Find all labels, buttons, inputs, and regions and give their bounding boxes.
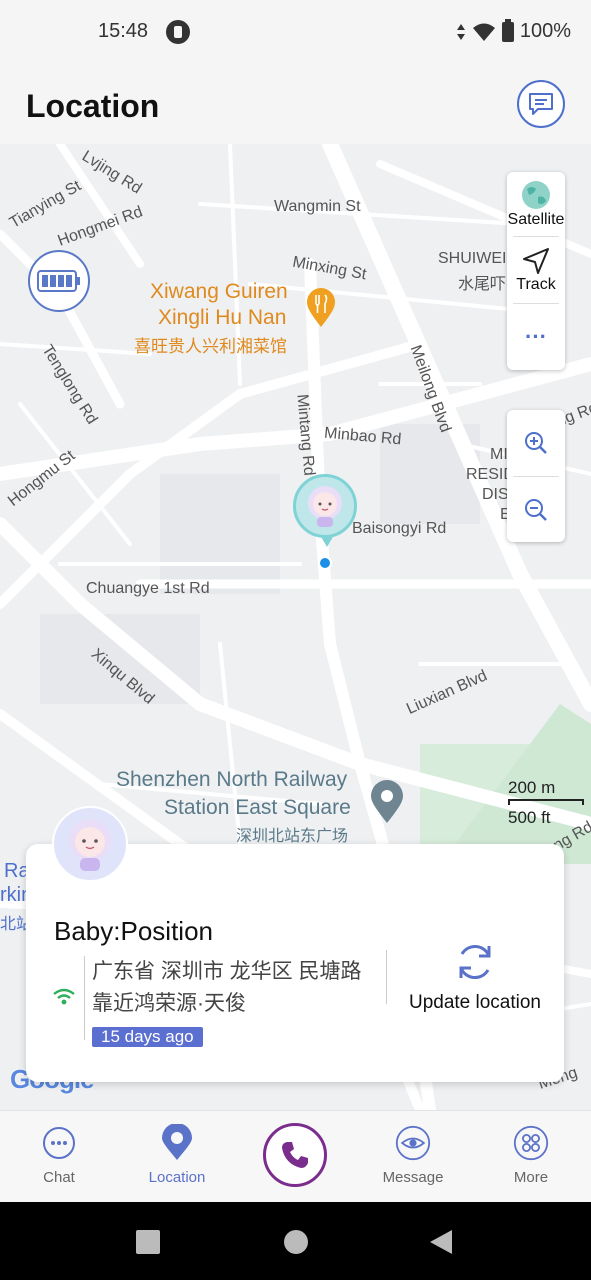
map-tools-panel: Satellite Track ··· — [507, 172, 565, 370]
back-button[interactable] — [428, 1228, 454, 1256]
zoom-in-icon — [525, 432, 547, 454]
place-pin-icon — [371, 780, 403, 823]
current-position-dot — [318, 556, 332, 570]
bottom-nav: Chat Location Message More — [0, 1110, 591, 1203]
nav-label: Location — [148, 1169, 206, 1186]
nav-label: More — [513, 1169, 549, 1186]
map-scale: 200 m 500 ft — [508, 778, 584, 832]
home-button[interactable] — [284, 1230, 308, 1254]
poi-restaurant-name-en: Xiwang Guiren — [150, 280, 288, 303]
poi-station-name-cn: 深圳北站东广场 — [236, 828, 349, 845]
wifi-icon — [472, 23, 495, 41]
chat-button[interactable] — [517, 80, 565, 128]
street-label: Baisongyi Rd — [352, 520, 447, 537]
refresh-icon — [459, 944, 491, 980]
location-pin-icon — [159, 1124, 195, 1161]
satellite-globe-icon — [522, 181, 550, 209]
baby-avatar-icon — [308, 486, 342, 527]
baby-avatar — [52, 806, 128, 882]
street-label: Wangmin St — [274, 198, 361, 215]
chat-bubble-icon — [529, 93, 553, 115]
poi-restaurant-name-cn: 喜旺贵人兴利湘菜馆 — [134, 337, 287, 356]
nav-location[interactable]: Location — [127, 1111, 227, 1203]
track-label: Track — [516, 276, 556, 293]
device-battery-button[interactable] — [28, 250, 90, 312]
status-bar: 15:48 100% — [0, 0, 591, 64]
app-notification-icon — [166, 20, 190, 44]
battery-icon — [501, 18, 514, 42]
chat-dots-icon — [41, 1125, 77, 1161]
satellite-label: Satellite — [507, 211, 565, 228]
call-button — [263, 1123, 327, 1187]
area-label: MI — [490, 446, 508, 463]
scale-imperial: 500 ft — [508, 808, 551, 827]
area-label: 水尾吓 — [458, 276, 507, 293]
update-location-label: Update location — [408, 992, 542, 1013]
street-label: Chuangye 1st Rd — [86, 580, 210, 597]
battery-level: 100% — [519, 20, 571, 42]
nav-message[interactable]: Message — [363, 1111, 463, 1203]
more-dots-icon: ··· — [525, 324, 547, 349]
address-text: 广东省 深圳市 龙华区 民塘路 靠近鸿荣源·天俊 — [92, 960, 362, 1015]
nav-label: Message — [382, 1169, 444, 1186]
eye-icon — [395, 1125, 431, 1161]
grid-menu-icon — [513, 1125, 549, 1161]
restaurant-pin-icon — [307, 288, 335, 327]
more-tools-button[interactable]: ··· — [507, 304, 565, 370]
nav-call[interactable] — [245, 1111, 345, 1203]
navigation-arrow-icon — [523, 248, 549, 274]
zoom-panel — [507, 410, 565, 542]
recents-button[interactable] — [136, 1230, 160, 1254]
nav-label: Chat — [43, 1169, 75, 1186]
address-block: 广东省 深圳市 龙华区 民塘路 靠近鸿荣源·天俊 15 days ago — [92, 956, 384, 1052]
zoom-out-button[interactable] — [507, 477, 565, 542]
status-time: 15:48 — [98, 20, 149, 42]
card-title: Baby:Position — [54, 916, 213, 946]
header: Location — [0, 64, 591, 144]
baby-avatar-icon — [69, 819, 111, 871]
status-indicators: 100% — [456, 18, 571, 43]
update-location-button[interactable]: Update location — [400, 940, 550, 1020]
location-age-badge: 15 days ago — [92, 1027, 203, 1047]
poi-station-name-en: Shenzhen North Railway — [116, 768, 348, 791]
nav-chat[interactable]: Chat — [9, 1111, 109, 1203]
nav-more[interactable]: More — [481, 1111, 581, 1203]
track-button[interactable]: Track — [507, 237, 565, 303]
poi-restaurant-name-en2: Xingli Hu Nan — [158, 306, 287, 329]
battery-full-icon — [37, 270, 80, 292]
card-divider-right — [386, 950, 387, 1004]
area-label: DIS — [482, 486, 509, 503]
zoom-out-icon — [525, 498, 547, 521]
data-arrows-icon — [456, 23, 465, 40]
satellite-button[interactable]: Satellite — [507, 172, 565, 236]
scale-metric: 200 m — [508, 778, 556, 797]
signal-wifi-icon — [53, 988, 75, 1005]
phone-icon — [282, 1142, 308, 1168]
poi-station-name-en2: Station East Square — [164, 796, 351, 819]
system-nav-bar — [0, 1202, 591, 1280]
card-divider-left — [84, 956, 85, 1040]
device-location-marker[interactable] — [293, 474, 357, 547]
area-label: SHUIWEI — [438, 250, 507, 267]
page-title: Location — [26, 88, 160, 124]
zoom-in-button[interactable] — [507, 410, 565, 476]
